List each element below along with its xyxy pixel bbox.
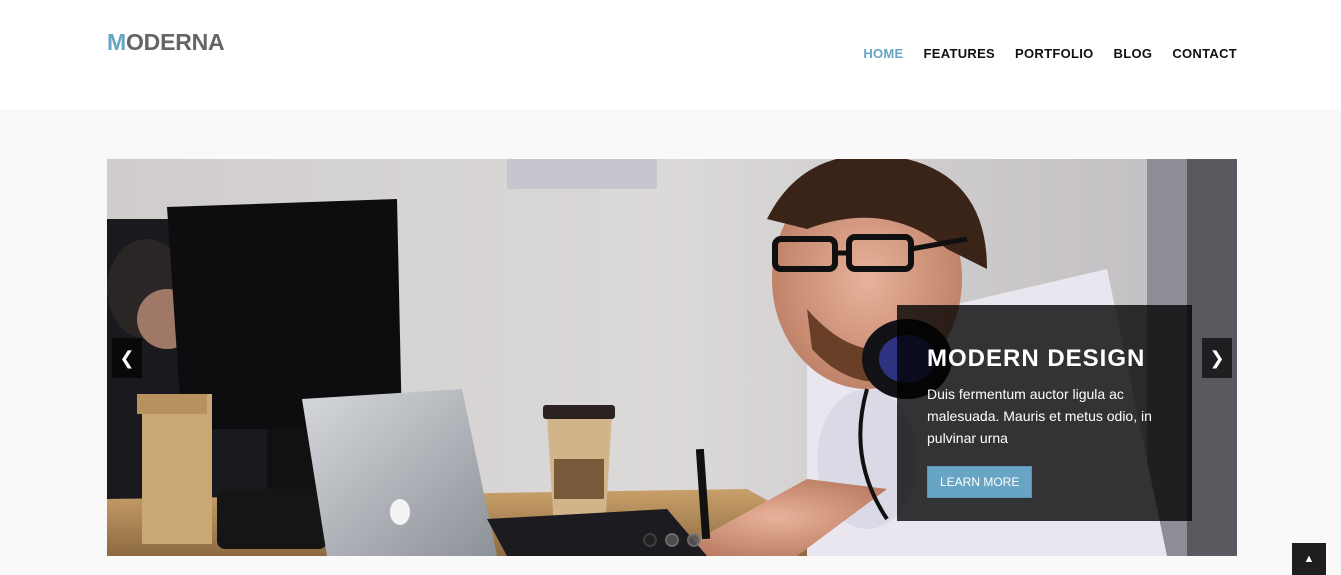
slider-pagination: [643, 533, 701, 547]
logo-first-letter: M: [107, 29, 126, 55]
learn-more-button[interactable]: LEARN MORE: [927, 466, 1033, 498]
scroll-to-top-button[interactable]: ▲: [1292, 543, 1326, 575]
slider-next-button[interactable]: ❯: [1202, 338, 1232, 378]
slide-caption: MODERN DESIGN Duis fermentum auctor ligu…: [897, 305, 1192, 521]
hero-slider: ❮ ❯ MODERN DESIGN Duis fermentum auctor …: [107, 159, 1237, 556]
slide-dot-3[interactable]: [687, 533, 701, 547]
chevron-up-icon: ▲: [1303, 553, 1315, 565]
chevron-right-icon: ❯: [1209, 347, 1225, 368]
site-logo[interactable]: MODERNA: [107, 29, 225, 56]
nav-item-blog[interactable]: BLOG: [1114, 46, 1153, 61]
nav-item-portfolio[interactable]: PORTFOLIO: [1015, 46, 1094, 61]
chevron-left-icon: ❮: [119, 347, 135, 368]
nav-item-contact[interactable]: CONTACT: [1172, 46, 1237, 61]
slide-title: MODERN DESIGN: [927, 345, 1146, 372]
main-nav: HOME FEATURES PORTFOLIO BLOG CONTACT: [843, 46, 1237, 61]
nav-item-home[interactable]: HOME: [863, 46, 903, 61]
logo-rest: ODERNA: [125, 29, 225, 55]
slide-dot-2[interactable]: [665, 533, 679, 547]
nav-item-features[interactable]: FEATURES: [924, 46, 996, 61]
slider-prev-button[interactable]: ❮: [112, 338, 142, 378]
slide-dot-1[interactable]: [643, 533, 657, 547]
site-header: MODERNA HOME FEATURES PORTFOLIO BLOG CON…: [0, 0, 1341, 109]
slide-text: Duis fermentum auctor ligula ac malesuad…: [927, 386, 1152, 446]
